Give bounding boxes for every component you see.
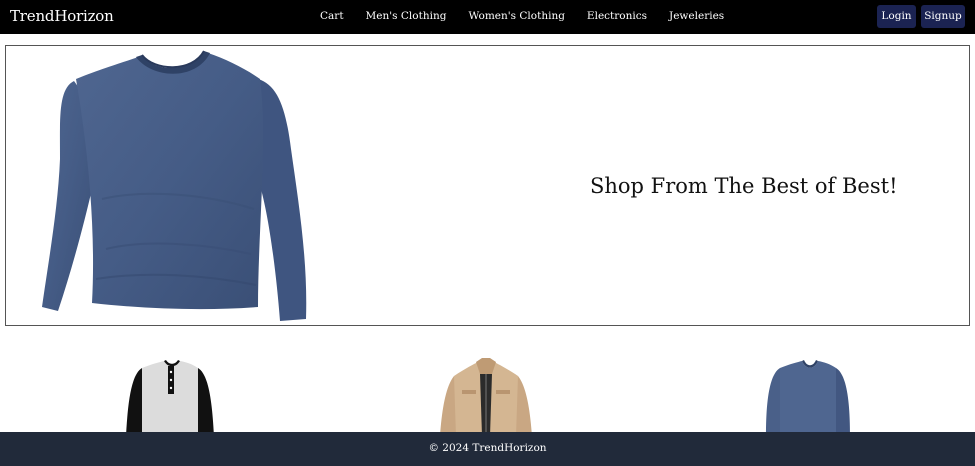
nav-link-jeweleries[interactable]: Jeweleries: [669, 10, 724, 22]
nav-links: Cart Men's Clothing Women's Clothing Ele…: [310, 10, 724, 22]
nav-link-electronics[interactable]: Electronics: [587, 10, 647, 22]
henley-shirt-image: [126, 360, 214, 436]
nav-link-cart[interactable]: Cart: [320, 10, 344, 22]
hero-tagline: Shop From The Best of Best!: [590, 174, 898, 198]
signup-button[interactable]: Signup: [921, 5, 965, 28]
jacket-image: [440, 358, 532, 436]
top-navbar: TrendHorizon Cart Men's Clothing Women's…: [0, 0, 975, 34]
product-card-vneck[interactable]: [758, 358, 858, 436]
nav-link-womens-clothing[interactable]: Women's Clothing: [468, 10, 564, 22]
product-card-henley[interactable]: [120, 358, 220, 436]
login-button[interactable]: Login: [877, 5, 916, 28]
footer: © 2024 TrendHorizon: [0, 432, 975, 466]
brand-logo[interactable]: TrendHorizon: [10, 7, 114, 25]
hero-shirt-image: [42, 50, 307, 321]
nav-link-mens-clothing[interactable]: Men's Clothing: [366, 10, 447, 22]
vneck-shirt-image: [766, 360, 850, 436]
product-card-jacket[interactable]: [436, 358, 536, 436]
hero-banner: Shop From The Best of Best!: [5, 45, 970, 326]
footer-copyright: © 2024 TrendHorizon: [428, 442, 547, 454]
